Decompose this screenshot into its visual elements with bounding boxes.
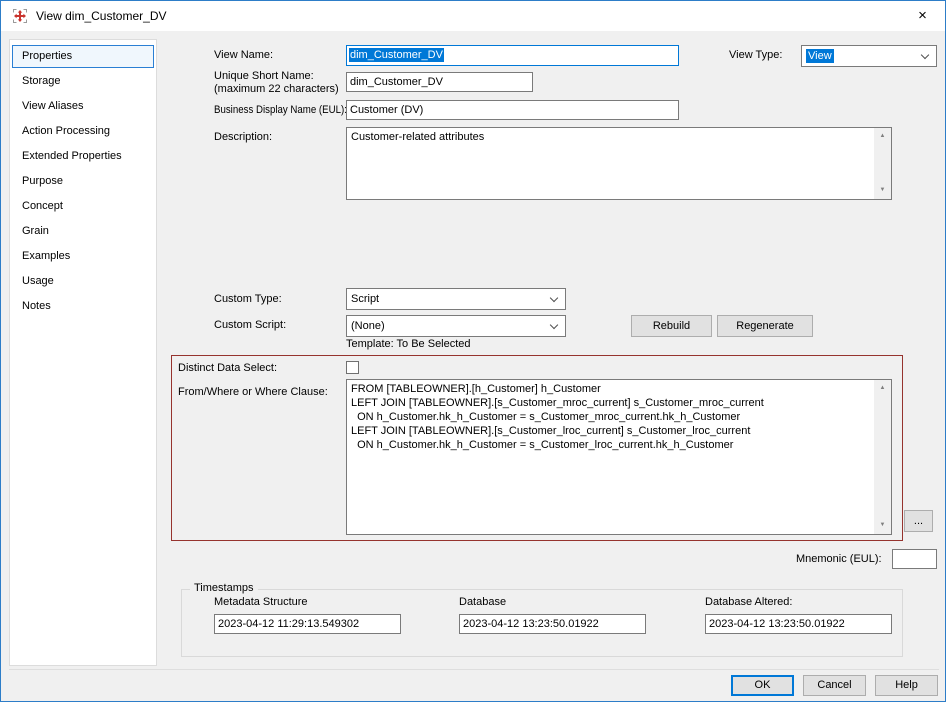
sidebar-item-concept[interactable]: Concept [10, 194, 156, 219]
view-type-label: View Type: [729, 49, 783, 61]
view-name-input[interactable]: dim_Customer_DV [346, 45, 679, 66]
window-title: View dim_Customer_DV [36, 9, 167, 23]
metadata-structure-label: Metadata Structure [214, 596, 308, 608]
sidebar-item-purpose[interactable]: Purpose [10, 169, 156, 194]
chevron-down-icon [920, 50, 930, 60]
sidebar-item-usage[interactable]: Usage [10, 269, 156, 294]
description-text: Customer-related attributes [351, 131, 485, 143]
sidebar-item-action-processing[interactable]: Action Processing [10, 119, 156, 144]
business-display-name-input[interactable] [346, 100, 679, 120]
description-textarea[interactable]: Customer-related attributes ▲ ▼ [346, 127, 892, 200]
custom-script-label: Custom Script: [214, 319, 287, 331]
chevron-down-icon [549, 293, 559, 303]
sidebar: Properties Storage View Aliases Action P… [9, 39, 157, 666]
browse-ellipsis-button[interactable]: ... [904, 510, 933, 532]
custom-type-value: Script [351, 293, 380, 305]
from-where-textarea[interactable]: FROM [TABLEOWNER].[h_Customer] h_Custome… [346, 379, 892, 535]
scroll-down-icon[interactable]: ▼ [874, 182, 891, 199]
view-properties-dialog: View dim_Customer_DV × Properties Storag… [0, 0, 946, 702]
custom-type-label: Custom Type: [214, 293, 282, 305]
ok-button[interactable]: OK [731, 675, 794, 696]
database-input[interactable] [459, 614, 646, 634]
mnemonic-label: Mnemonic (EUL): [796, 553, 882, 565]
database-altered-input[interactable] [705, 614, 892, 634]
app-icon [13, 9, 27, 23]
close-icon[interactable]: × [900, 1, 945, 30]
chevron-down-icon [549, 320, 559, 330]
unique-short-name-label: Unique Short Name: [214, 70, 314, 82]
cancel-button[interactable]: Cancel [803, 675, 866, 696]
custom-type-select[interactable]: Script [346, 288, 566, 310]
mnemonic-input[interactable] [892, 549, 937, 569]
from-where-scrollbar[interactable]: ▲ ▼ [874, 380, 891, 534]
from-where-text: FROM [TABLEOWNER].[h_Customer] h_Custome… [351, 383, 764, 451]
scroll-down-icon[interactable]: ▼ [874, 517, 891, 534]
view-name-value: dim_Customer_DV [349, 48, 444, 62]
sidebar-item-storage[interactable]: Storage [10, 69, 156, 94]
sidebar-item-grain[interactable]: Grain [10, 219, 156, 244]
description-scrollbar[interactable]: ▲ ▼ [874, 128, 891, 199]
unique-short-name-input[interactable] [346, 72, 533, 92]
custom-script-value: (None) [351, 320, 385, 332]
regenerate-button[interactable]: Regenerate [717, 315, 813, 337]
scroll-up-icon[interactable]: ▲ [874, 128, 891, 145]
rebuild-button[interactable]: Rebuild [631, 315, 712, 337]
timestamps-group-label: Timestamps [190, 582, 258, 594]
scroll-up-icon[interactable]: ▲ [874, 380, 891, 397]
help-button[interactable]: Help [875, 675, 938, 696]
view-type-select[interactable]: View [801, 45, 937, 67]
metadata-structure-input[interactable] [214, 614, 401, 634]
sidebar-item-view-aliases[interactable]: View Aliases [10, 94, 156, 119]
business-display-name-label: Business Display Name (EUL): [214, 104, 347, 116]
template-note: Template: To Be Selected [346, 338, 471, 350]
view-type-value: View [806, 49, 834, 63]
sidebar-item-examples[interactable]: Examples [10, 244, 156, 269]
distinct-data-select-label: Distinct Data Select: [178, 362, 278, 374]
sidebar-item-properties[interactable]: Properties [12, 45, 154, 68]
database-altered-label: Database Altered: [705, 596, 793, 608]
sidebar-item-extended-properties[interactable]: Extended Properties [10, 144, 156, 169]
database-label: Database [459, 596, 507, 608]
description-label: Description: [214, 131, 273, 143]
from-where-label: From/Where or Where Clause: [178, 386, 328, 398]
view-name-label: View Name: [214, 49, 274, 61]
custom-script-select[interactable]: (None) [346, 315, 566, 337]
distinct-data-select-checkbox[interactable] [346, 361, 359, 374]
titlebar: View dim_Customer_DV × [1, 1, 945, 31]
footer-separator [9, 669, 939, 670]
unique-short-name-sublabel: (maximum 22 characters) [214, 83, 339, 95]
sidebar-item-notes[interactable]: Notes [10, 294, 156, 319]
